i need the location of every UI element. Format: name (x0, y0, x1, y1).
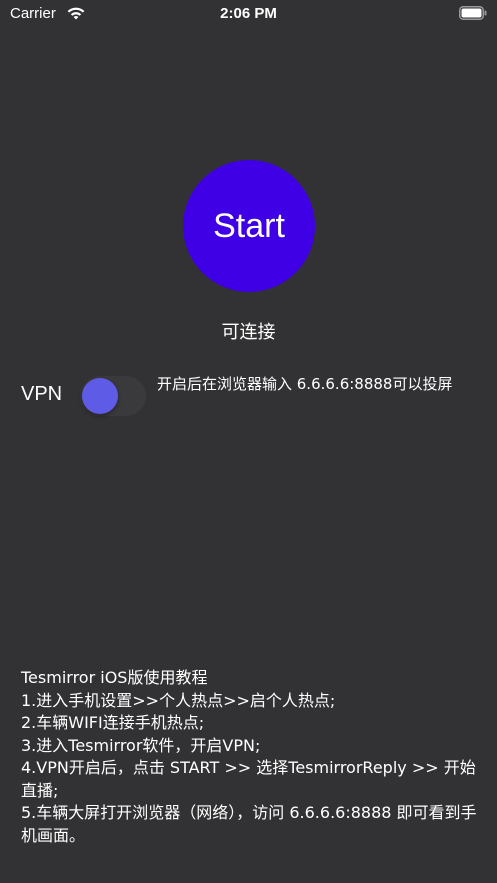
tutorial-step: 2.车辆WIFI连接手机热点; (21, 713, 205, 732)
app-screen: Carrier 2:06 PM Start 可连接 VPN 开启后在浏览器输入 … (0, 0, 497, 883)
status-bar: Carrier 2:06 PM (0, 0, 497, 30)
tutorial-step: 1.进入手机设置>>个人热点>>启个人热点; (21, 690, 336, 710)
vpn-toggle[interactable] (80, 376, 146, 416)
status-time: 2:06 PM (220, 5, 277, 22)
connection-status-text: 可连接 (221, 322, 276, 343)
vpn-label: VPN (21, 383, 63, 405)
battery-full-icon (459, 6, 487, 20)
tutorial-section: Tesmirror iOS版使用教程 1.进入手机设置>>个人热点>>启个人热点… (21, 667, 481, 847)
vpn-toggle-knob (82, 378, 118, 414)
tutorial-step: 5.车辆大屏打开浏览器（网络），访问 6.6.6.6:8888 即可看到手机画面… (21, 803, 477, 845)
start-button[interactable]: Start (183, 160, 315, 292)
tutorial-step: 4.VPN开启后，点击 START >> 选择TesmirrorReply >>… (21, 758, 476, 800)
vpn-hint-text: 开启后在浏览器输入 6.6.6.6:8888可以投屏 (157, 375, 453, 393)
tutorial-step: 3.进入Tesmirror软件，开启VPN; (21, 735, 261, 755)
tutorial-title: Tesmirror iOS版使用教程 (21, 668, 208, 687)
